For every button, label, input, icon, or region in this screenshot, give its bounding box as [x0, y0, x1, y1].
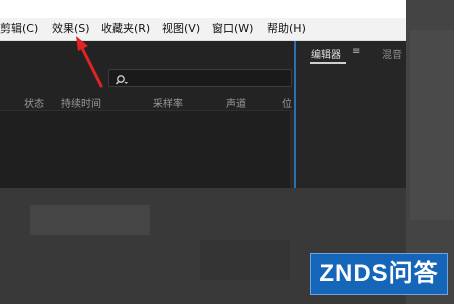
menu-bar: 剪辑(C) 效果(S) 收藏夹(R) 视图(V) 窗口(W) 帮助(H): [0, 18, 406, 41]
menu-view[interactable]: 视图(V): [162, 22, 200, 36]
column-header-channels[interactable]: 声道: [226, 95, 246, 110]
menu-help[interactable]: 帮助(H): [267, 22, 306, 36]
tab-editor[interactable]: 编辑器: [311, 46, 341, 61]
search-icon: [115, 71, 129, 90]
search-input[interactable]: [108, 69, 292, 87]
watermark-logo: ZNDS问答: [310, 253, 448, 295]
column-header-status[interactable]: 状态: [24, 95, 44, 110]
title-strip: [0, 0, 406, 18]
background-patch: [200, 240, 290, 280]
tab-mixer[interactable]: 混音: [382, 46, 402, 61]
background-patch: [30, 205, 150, 235]
app-window: 剪辑(C) 效果(S) 收藏夹(R) 视图(V) 窗口(W) 帮助(H) 状态 …: [0, 0, 406, 188]
menu-clip[interactable]: 剪辑(C): [0, 22, 38, 36]
file-list[interactable]: [0, 110, 290, 188]
background-patch: [410, 30, 454, 220]
active-tab-indicator: [310, 62, 346, 64]
column-header-sample-rate[interactable]: 采样率: [153, 95, 183, 110]
panel-menu-icon[interactable]: ≡: [352, 46, 360, 57]
column-header-bit-depth[interactable]: 位: [282, 95, 292, 110]
column-header-duration[interactable]: 持续时间: [61, 95, 101, 110]
red-arrow-annotation: [76, 36, 103, 88]
menu-window[interactable]: 窗口(W): [212, 22, 253, 36]
